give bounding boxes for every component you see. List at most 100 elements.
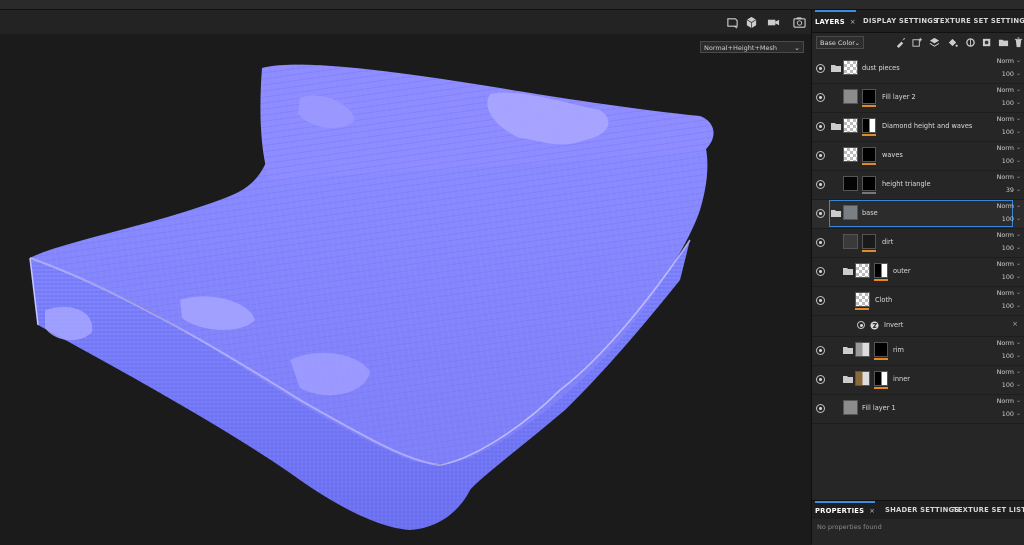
layer-mask-thumbnail[interactable] — [874, 371, 888, 386]
chevron-down-icon[interactable]: ⌄ — [1016, 260, 1021, 267]
opacity-value[interactable]: 100 — [1002, 410, 1014, 418]
chevron-down-icon[interactable]: ⌄ — [1016, 86, 1021, 93]
opacity-value[interactable]: 100 — [1002, 157, 1014, 165]
opacity-value[interactable]: 100 — [1002, 302, 1014, 310]
tab-properties[interactable]: PROPERTIES × — [815, 501, 876, 521]
visibility-eye-icon[interactable] — [816, 180, 825, 189]
paint-brush-icon[interactable] — [893, 35, 907, 49]
layer-mask-thumbnail[interactable] — [862, 147, 876, 162]
layer-row-selected[interactable]: base Norm ⌄ 100 ⌄ — [812, 200, 1024, 229]
chevron-down-icon[interactable]: ⌄ — [1016, 57, 1021, 64]
layer-mask-thumbnail[interactable] — [862, 89, 876, 104]
opacity-value[interactable]: 100 — [1002, 215, 1014, 223]
tab-shader-settings[interactable]: SHADER SETTINGS — [885, 501, 959, 519]
add-folder-icon[interactable] — [996, 35, 1010, 49]
visibility-eye-icon[interactable] — [816, 375, 825, 384]
blend-mode[interactable]: Norm — [997, 260, 1014, 268]
visibility-eye-icon[interactable] — [816, 64, 825, 73]
visibility-eye-icon[interactable] — [816, 209, 825, 218]
opacity-value[interactable]: 100 — [1002, 273, 1014, 281]
visibility-eye-icon[interactable] — [816, 151, 825, 160]
blend-mode[interactable]: Norm — [997, 202, 1014, 210]
layer-row[interactable]: Cloth Norm ⌄ 100 ⌄ — [812, 287, 1024, 316]
blend-mode[interactable]: Norm — [997, 57, 1014, 65]
chevron-down-icon[interactable]: ⌄ — [1016, 397, 1021, 404]
chevron-down-icon[interactable]: ⌄ — [1016, 128, 1021, 135]
chevron-down-icon[interactable]: ⌄ — [1016, 381, 1021, 388]
visibility-eye-icon[interactable] — [816, 122, 825, 131]
blend-mode[interactable]: Norm — [997, 368, 1014, 376]
blend-mode[interactable]: Norm — [997, 144, 1014, 152]
chevron-down-icon[interactable]: ⌄ — [1016, 173, 1021, 180]
layer-row[interactable]: Fill layer 2 Norm ⌄ 100 ⌄ — [812, 84, 1024, 113]
channel-select[interactable]: Base Color ⌄ — [816, 36, 864, 49]
add-effect-icon[interactable] — [963, 35, 977, 49]
visibility-eye-icon[interactable] — [816, 296, 825, 305]
opacity-value[interactable]: 100 — [1002, 128, 1014, 136]
layer-row[interactable]: rim Norm ⌄ 100 ⌄ — [812, 337, 1024, 366]
layer-row[interactable]: dirt Norm ⌄ 100 ⌄ — [812, 229, 1024, 258]
tab-display-settings[interactable]: DISPLAY SETTINGS — [863, 10, 938, 32]
opacity-value[interactable]: 39 — [1006, 186, 1014, 194]
layer-row[interactable]: outer Norm ⌄ 100 ⌄ — [812, 258, 1024, 287]
layer-mask-thumbnail[interactable] — [874, 263, 888, 278]
chevron-down-icon[interactable]: ⌄ — [1016, 157, 1021, 164]
blend-mode[interactable]: Norm — [997, 115, 1014, 123]
visibility-eye-icon[interactable] — [816, 93, 825, 102]
close-icon[interactable]: × — [869, 507, 875, 515]
visibility-eye-icon[interactable] — [816, 346, 825, 355]
chevron-down-icon[interactable]: ⌄ — [1016, 70, 1021, 77]
paint-bucket-icon[interactable] — [945, 35, 959, 49]
chevron-down-icon[interactable]: ⌄ — [1016, 186, 1021, 193]
chevron-down-icon[interactable]: ⌄ — [1016, 339, 1021, 346]
chevron-down-icon[interactable]: ⌄ — [1016, 352, 1021, 359]
opacity-value[interactable]: 100 — [1002, 352, 1014, 360]
add-layer-icon[interactable] — [927, 35, 941, 49]
visibility-eye-icon[interactable] — [816, 404, 825, 413]
tab-texture-set-settings[interactable]: TEXTURE SET SETTINGS — [935, 10, 1024, 32]
chevron-down-icon[interactable]: ⌄ — [1016, 99, 1021, 106]
blend-mode[interactable]: Norm — [997, 231, 1014, 239]
blend-mode[interactable]: Norm — [997, 289, 1014, 297]
layer-row[interactable]: waves Norm ⌄ 100 ⌄ — [812, 142, 1024, 171]
close-icon[interactable]: × — [850, 18, 856, 26]
layer-row[interactable]: Fill layer 1 Norm ⌄ 100 ⌄ — [812, 395, 1024, 424]
chevron-down-icon[interactable]: ⌄ — [1016, 115, 1021, 122]
chevron-down-icon[interactable]: ⌄ — [1016, 144, 1021, 151]
chevron-down-icon[interactable]: ⌄ — [1016, 231, 1021, 238]
chevron-down-icon[interactable]: ⌄ — [1016, 202, 1021, 209]
blend-mode[interactable]: Norm — [997, 397, 1014, 405]
layer-row[interactable]: inner Norm ⌄ 100 ⌄ — [812, 366, 1024, 395]
opacity-value[interactable]: 100 — [1002, 70, 1014, 78]
chevron-down-icon[interactable]: ⌄ — [1016, 368, 1021, 375]
layer-mask-thumbnail[interactable] — [874, 342, 888, 357]
blend-mode[interactable]: Norm — [997, 86, 1014, 94]
layer-mask-thumbnail[interactable] — [862, 118, 876, 133]
opacity-value[interactable]: 100 — [1002, 244, 1014, 252]
layer-mask-thumbnail[interactable] — [862, 234, 876, 249]
chevron-down-icon[interactable]: ⌄ — [1016, 215, 1021, 222]
layer-row[interactable]: height triangle Norm ⌄ 39 ⌄ — [812, 171, 1024, 200]
visibility-eye-icon[interactable] — [857, 321, 865, 329]
3d-viewport[interactable]: Normal+Height+Mesh ⌄ — [0, 10, 811, 544]
layer-mask-thumbnail[interactable] — [862, 176, 876, 191]
add-mask-icon[interactable] — [980, 35, 994, 49]
chevron-down-icon[interactable]: ⌄ — [1016, 289, 1021, 296]
tab-layers[interactable]: LAYERS × — [815, 10, 856, 34]
opacity-value[interactable]: 100 — [1002, 99, 1014, 107]
chevron-down-icon[interactable]: ⌄ — [1016, 273, 1021, 280]
add-fill-layer-icon[interactable] — [910, 35, 924, 49]
layer-row[interactable]: Diamond height and waves Norm ⌄ 100 ⌄ — [812, 113, 1024, 142]
delete-icon[interactable] — [1011, 35, 1024, 49]
chevron-down-icon[interactable]: ⌄ — [1016, 302, 1021, 309]
blend-mode[interactable]: Norm — [997, 339, 1014, 347]
close-icon[interactable]: × — [1012, 320, 1018, 328]
viewport-mode-select[interactable]: Normal+Height+Mesh ⌄ — [700, 41, 804, 53]
layer-row[interactable]: dust pieces Norm ⌄ 100 ⌄ — [812, 55, 1024, 84]
tab-texture-set-list[interactable]: TEXTURE SET LIST — [953, 501, 1024, 519]
effect-row[interactable]: Invert × — [812, 316, 1024, 337]
chevron-down-icon[interactable]: ⌄ — [1016, 244, 1021, 251]
chevron-down-icon[interactable]: ⌄ — [1016, 410, 1021, 417]
visibility-eye-icon[interactable] — [816, 238, 825, 247]
visibility-eye-icon[interactable] — [816, 267, 825, 276]
